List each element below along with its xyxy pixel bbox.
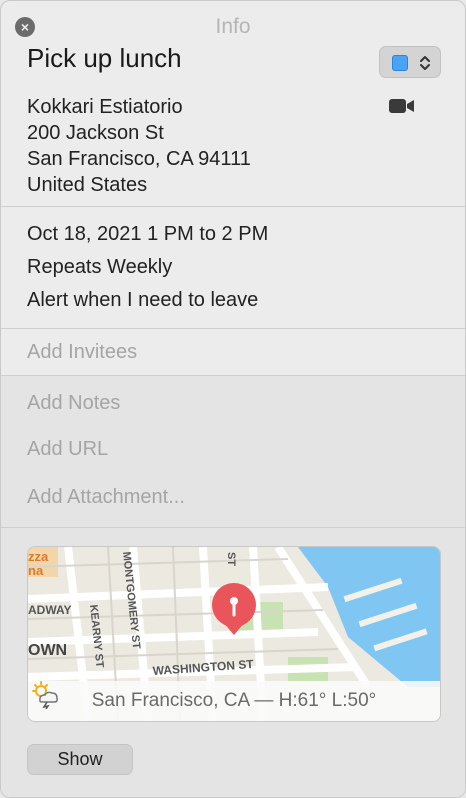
event-alert[interactable]: Alert when I need to leave	[27, 289, 258, 312]
window-title: Info	[215, 15, 251, 38]
event-repeat[interactable]: Repeats Weekly	[27, 256, 172, 279]
calendar-color-swatch	[392, 55, 408, 71]
map-label-place: zza	[28, 549, 49, 564]
partly-cloudy-thunder-icon	[32, 681, 58, 709]
add-attachment-field[interactable]: Add Attachment...	[27, 486, 185, 509]
weather-summary: San Francisco, CA — H:61° L:50°	[28, 681, 440, 721]
event-title[interactable]: Pick up lunch	[27, 43, 182, 74]
map-label-street: ST	[225, 552, 237, 566]
divider	[1, 375, 465, 376]
location-country: United States	[27, 174, 148, 196]
location-street: 200 Jackson St	[27, 122, 164, 144]
video-camera-icon[interactable]	[389, 98, 415, 114]
title-bar: × Info	[1, 1, 465, 49]
divider	[1, 527, 465, 528]
add-invitees-field[interactable]: Add Invitees	[27, 341, 137, 364]
event-location[interactable]: Kokkari Estiatorio 200 Jackson St San Fr…	[27, 94, 251, 198]
location-name: Kokkari Estiatorio	[27, 96, 183, 118]
add-url-field[interactable]: Add URL	[27, 438, 108, 461]
location-city: San Francisco, CA 94111	[27, 148, 251, 170]
map-label-street: ADWAY	[28, 603, 72, 617]
chevron-up-down-icon	[420, 56, 430, 70]
calendar-selector[interactable]	[379, 46, 441, 78]
location-map[interactable]: zza na ADWAY OWN ST MONTGOMERY ST KEARNY…	[27, 546, 441, 722]
divider	[1, 328, 465, 329]
add-notes-field[interactable]: Add Notes	[27, 392, 120, 415]
event-datetime[interactable]: Oct 18, 2021 1 PM to 2 PM	[27, 223, 268, 246]
show-button[interactable]: Show	[27, 744, 133, 775]
weather-temperatures: H:61° L:50°	[278, 690, 377, 711]
map-label-place: na	[28, 563, 44, 578]
map-label-district: OWN	[28, 642, 67, 659]
divider	[1, 206, 465, 207]
event-info-popover: × Info Pick up lunch Kokkari Estiatorio …	[0, 0, 466, 798]
weather-location: San Francisco, CA —	[91, 690, 274, 711]
